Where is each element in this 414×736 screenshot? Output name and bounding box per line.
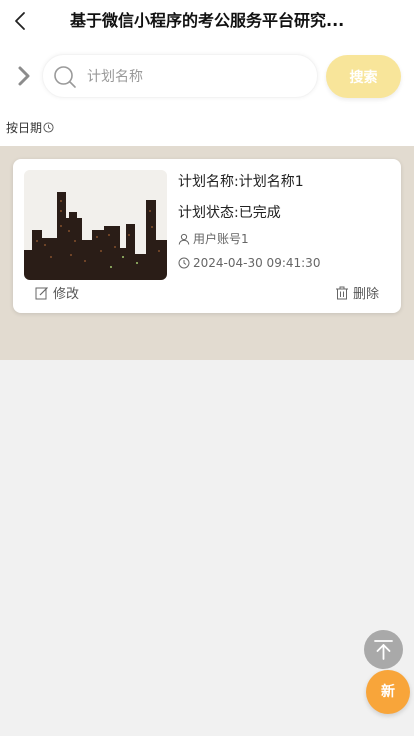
search-box <box>42 54 318 98</box>
plan-time: 2024-04-30 09:41:30 <box>178 254 388 272</box>
user-account: 用户账号1 <box>193 232 249 246</box>
plan-name: 计划名称:计划名称1 <box>178 174 304 190</box>
page-title: 基于微信小程序的考公服务平台研究... <box>70 11 345 30</box>
search-input[interactable] <box>85 63 309 91</box>
created-time: 2024-04-30 09:41:30 <box>193 256 321 270</box>
chevron-right-icon <box>18 66 30 86</box>
edit-button[interactable]: 修改 <box>35 283 79 302</box>
clock-icon <box>178 257 190 269</box>
trash-icon <box>335 286 348 299</box>
plan-info: 计划名称:计划名称1 计划状态:已完成 用户账号1 2024-04-30 09:… <box>178 171 388 272</box>
top-nav-bar: 基于微信小程序的考公服务平台研究... <box>0 0 414 44</box>
city-skyline-image <box>24 170 167 280</box>
back-to-top-button[interactable] <box>364 630 403 669</box>
sort-by-date-button[interactable]: 按日期 <box>6 119 54 136</box>
sort-by-date-label: 按日期 <box>6 121 43 135</box>
plan-list: 计划名称:计划名称1 计划状态:已完成 用户账号1 2024-04-30 09:… <box>0 146 414 360</box>
plan-status: 计划状态:已完成 <box>178 205 281 221</box>
delete-label: 删除 <box>352 287 379 302</box>
back-button[interactable] <box>8 6 36 36</box>
chevron-left-icon <box>15 12 25 30</box>
new-plan-button[interactable]: 新 <box>366 670 410 714</box>
clock-icon <box>43 122 54 133</box>
edit-icon <box>35 286 48 299</box>
plan-image <box>24 170 167 280</box>
list-item[interactable]: 计划名称:计划名称1 计划状态:已完成 用户账号1 2024-04-30 09:… <box>13 159 401 313</box>
delete-button[interactable]: 删除 <box>335 283 379 302</box>
arrow-to-top-icon <box>374 640 393 660</box>
search-button[interactable]: 搜索 <box>326 55 401 98</box>
page: 基于微信小程序的考公服务平台研究... 搜索 按日期 <box>0 0 414 736</box>
user-icon <box>178 233 190 245</box>
card-actions: 修改 删除 <box>13 283 401 303</box>
edit-label: 修改 <box>53 287 80 302</box>
filter-expand-button[interactable] <box>14 64 34 88</box>
sort-bar: 按日期 <box>0 108 414 146</box>
plan-user: 用户账号1 <box>178 230 388 248</box>
search-icon <box>54 66 76 88</box>
search-bar: 搜索 <box>0 44 414 108</box>
